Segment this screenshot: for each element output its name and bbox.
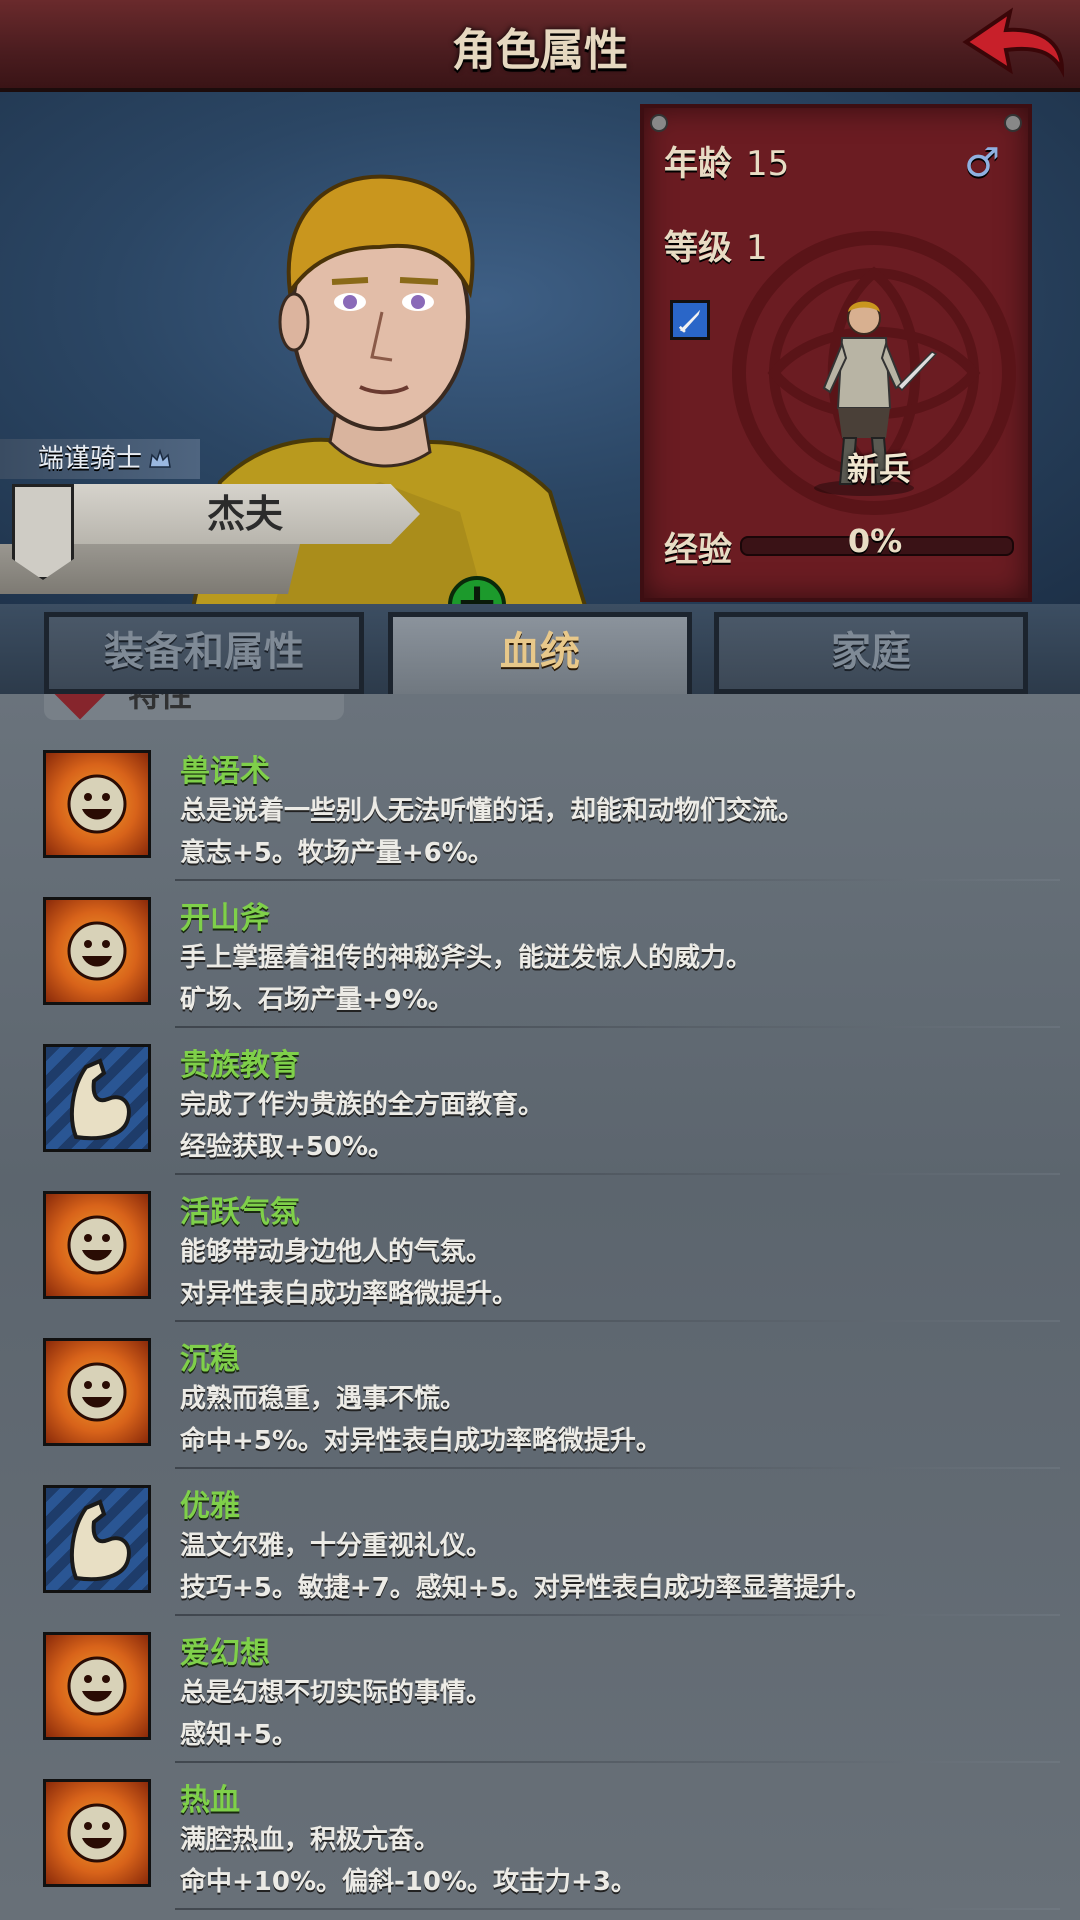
trait-description: 温文尔雅，十分重视礼仪。 <box>180 1531 493 1561</box>
trait-row[interactable]: 贵族教育完成了作为贵族的全方面教育。 经验获取+50%。 <box>0 1028 1080 1175</box>
rivet-icon <box>650 114 668 132</box>
smile-icon <box>43 897 151 1005</box>
exp-label: 经验 <box>664 530 732 570</box>
trait-name: 贵族教育 <box>180 1048 300 1083</box>
smile-icon <box>43 1779 151 1887</box>
section-header: 特性 <box>44 694 344 720</box>
trait-name: 兽语术 <box>180 754 270 789</box>
smile-icon <box>43 750 151 858</box>
trait-description: 完成了作为贵族的全方面教育。 <box>180 1090 545 1120</box>
character-name[interactable]: 杰夫 <box>55 484 435 544</box>
trait-effect: 经验获取+50%。 <box>180 1132 395 1162</box>
smile-icon <box>43 1191 151 1299</box>
page-title: 角色属性 <box>452 25 628 76</box>
trait-effect: 命中+5%。对异性表白成功率略微提升。 <box>180 1426 662 1456</box>
trait-name: 爱幻想 <box>180 1636 270 1671</box>
tab-bloodline[interactable]: 血统 <box>388 612 692 702</box>
trait-name: 开山斧 <box>180 901 270 936</box>
trait-effect: 命中+10%。偏斜-10%。攻击力+3。 <box>180 1867 637 1897</box>
trait-effect: 技巧+5。敏捷+7。感知+5。对异性表白成功率显著提升。 <box>180 1573 872 1603</box>
arm-icon <box>43 1485 151 1593</box>
trait-row[interactable]: 优雅温文尔雅，十分重视礼仪。技巧+5。敏捷+7。感知+5。对异性表白成功率显著提… <box>0 1469 1080 1616</box>
rank-text: 端谨骑士 <box>38 444 143 474</box>
trait-description: 能够带动身边他人的气氛。 <box>180 1237 493 1267</box>
trait-effect: 矿场、石场产量+9%。 <box>180 985 454 1015</box>
arm-icon <box>43 1044 151 1152</box>
trait-row[interactable]: 兽语术总是说着一些别人无法听懂的话，却能和动物们交流。 意志+5。牧场产量+6%。 <box>0 734 1080 881</box>
male-gender-icon: ♂ <box>964 140 1000 186</box>
trait-name: 热血 <box>180 1783 240 1818</box>
rivet-icon <box>1004 114 1022 132</box>
level-label: 等级 <box>664 228 732 268</box>
title-bar: 角色属性 <box>0 0 1080 92</box>
tab-equipment[interactable]: 装备和属性 <box>44 612 364 694</box>
smile-icon <box>43 1338 151 1446</box>
age-value: 15 <box>746 144 790 184</box>
rank-label: 端谨骑士 <box>0 439 200 479</box>
trait-name: 活跃气氛 <box>180 1195 300 1230</box>
trait-row[interactable]: 沉稳成熟而稳重，遇事不慌。命中+5%。对异性表白成功率略微提升。 <box>0 1322 1080 1469</box>
trait-name: 优雅 <box>180 1489 240 1524</box>
trait-row[interactable]: 活跃气氛能够带动身边他人的气氛。 对异性表白成功率略微提升。 <box>0 1175 1080 1322</box>
character-info-panel: 年龄 15 ♂ 等级 1 新兵 经验 0% <box>640 104 1032 602</box>
trait-effect: 对异性表白成功率略微提升。 <box>180 1279 519 1309</box>
trait-name: 沉稳 <box>180 1342 240 1377</box>
exp-percent: 0% <box>847 522 903 560</box>
trait-row[interactable]: 开山斧手上掌握着祖传的神秘斧头，能迸发惊人的威力。 矿场、石场产量+9%。 <box>0 881 1080 1028</box>
row-divider <box>175 1908 1060 1910</box>
trait-description: 成熟而稳重，遇事不慌。 <box>180 1384 467 1414</box>
age-label: 年龄 <box>664 144 732 184</box>
trait-row[interactable]: 爱幻想总是幻想不切实际的事情。 感知+5。 <box>0 1616 1080 1763</box>
trait-description: 总是幻想不切实际的事情。 <box>180 1678 493 1708</box>
section-title: 特性 <box>128 694 193 714</box>
trait-effect: 感知+5。 <box>180 1720 298 1750</box>
trait-description: 满腔热血，积极亢奋。 <box>180 1825 441 1855</box>
rank-crown-icon <box>149 448 171 468</box>
tab-bar: 装备和属性 血统 家庭 <box>0 604 1080 702</box>
trait-list[interactable]: 特性 兽语术总是说着一些别人无法听懂的话，却能和动物们交流。 意志+5。牧场产量+… <box>0 694 1080 1920</box>
age-row: 年龄 15 <box>664 136 789 185</box>
trait-section-icon <box>54 694 106 720</box>
level-value: 1 <box>746 228 768 268</box>
smile-icon <box>43 1632 151 1740</box>
level-row: 等级 1 <box>664 220 768 269</box>
trait-row[interactable]: 热血满腔热血，积极亢奋。命中+10%。偏斜-10%。攻击力+3。 <box>0 1763 1080 1910</box>
dagger-icon[interactable] <box>670 300 710 340</box>
trait-description: 手上掌握着祖传的神秘斧头，能迸发惊人的威力。 <box>180 943 753 973</box>
trait-effect: 意志+5。牧场产量+6%。 <box>180 838 494 868</box>
tab-family[interactable]: 家庭 <box>714 612 1028 694</box>
trait-description: 总是说着一些别人无法听懂的话，却能和动物们交流。 <box>180 796 805 826</box>
back-arrow-icon[interactable] <box>958 6 1068 86</box>
class-name: 新兵 <box>846 450 911 488</box>
